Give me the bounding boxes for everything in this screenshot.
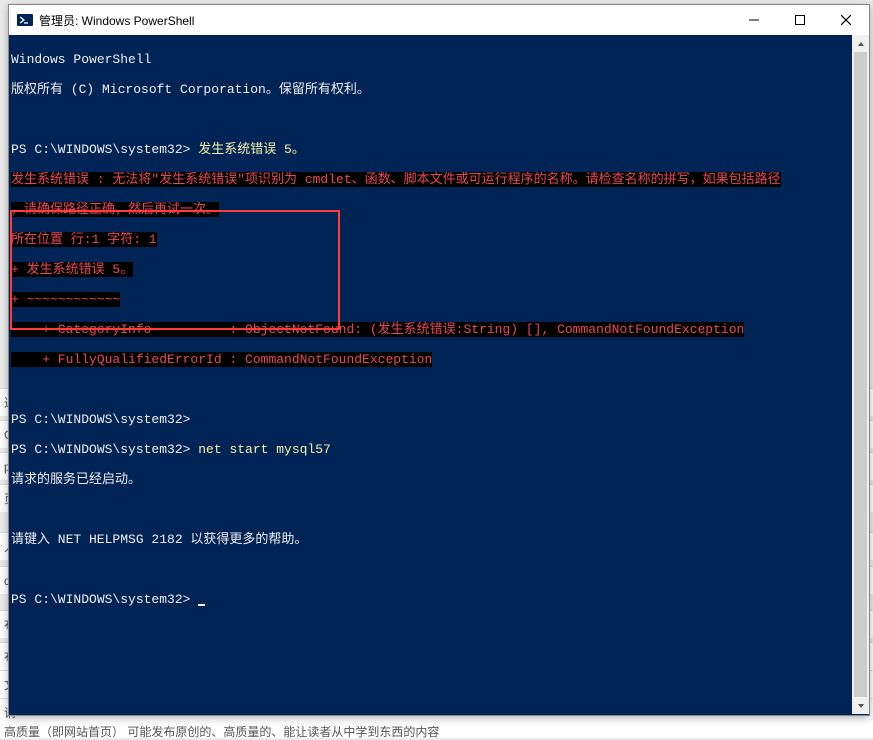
term-line (11, 112, 867, 127)
term-line: PS C:\WINDOWS\system32> net start mysql5… (11, 442, 867, 457)
term-line: PS C:\WINDOWS\system32> (11, 412, 867, 427)
term-error-line: 发生系统错误 : 无法将"发生系统错误"项识别为 cmdlet、函数、脚本文件或… (11, 172, 867, 187)
term-error-line: + 发生系统错误 5。 (11, 262, 867, 277)
term-error-line: + FullyQualifiedErrorId : CommandNotFoun… (11, 352, 867, 367)
minimize-button[interactable] (731, 5, 777, 35)
term-line: 请求的服务已经启动。 (11, 472, 867, 487)
cursor-icon (198, 604, 205, 606)
scroll-thumb[interactable] (854, 52, 867, 697)
powershell-window: 管理员: Windows PowerShell Windows PowerShe… (8, 4, 870, 716)
window-title: 管理员: Windows PowerShell (39, 12, 731, 29)
term-line: 版权所有 (C) Microsoft Corporation。保留所有权利。 (11, 82, 867, 97)
scroll-down-button[interactable] (852, 697, 869, 714)
term-line (11, 382, 867, 397)
bg-text: 高质量（即网站首页） 可能发布原创的、高质量的、能让读者从中学到东西的内容 (0, 724, 873, 738)
scroll-track[interactable] (852, 52, 869, 697)
window-controls (731, 5, 869, 35)
terminal-body[interactable]: Windows PowerShell 版权所有 (C) Microsoft Co… (9, 35, 869, 715)
term-line: Windows PowerShell (11, 52, 867, 67)
term-line: 请键入 NET HELPMSG 2182 以获得更多的帮助。 (11, 532, 867, 547)
term-line: PS C:\WINDOWS\system32> 发生系统错误 5。 (11, 142, 867, 157)
maximize-button[interactable] (777, 5, 823, 35)
term-error-line: ，请确保路径正确，然后再试一次。 (11, 202, 867, 217)
scroll-up-button[interactable] (852, 35, 869, 52)
powershell-icon (17, 12, 33, 28)
titlebar[interactable]: 管理员: Windows PowerShell (9, 5, 869, 35)
term-line (11, 502, 867, 517)
scrollbar-vertical[interactable] (852, 35, 869, 714)
term-line (11, 562, 867, 577)
close-button[interactable] (823, 5, 869, 35)
term-prompt-active: PS C:\WINDOWS\system32> (11, 592, 867, 607)
term-error-line: + CategoryInfo : ObjectNotFound: (发生系统错误… (11, 322, 867, 337)
term-error-line: 所在位置 行:1 字符: 1 (11, 232, 867, 247)
term-error-line: + ~~~~~~~~~~~~ (11, 292, 867, 307)
